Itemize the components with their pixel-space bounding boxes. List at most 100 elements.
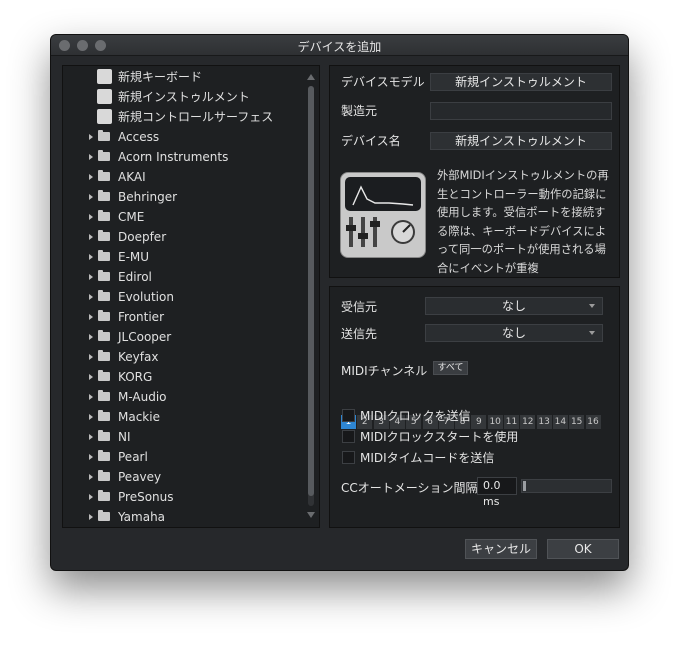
midi-channel-9-button[interactable]: 9 (471, 415, 487, 429)
tree-folder-row[interactable]: Frontier (63, 307, 305, 327)
midi-channel-12-button[interactable]: 12 (520, 415, 536, 429)
tree-template-row[interactable]: 新規インストゥルメント (63, 87, 305, 107)
tree-item-label: Mackie (118, 410, 160, 424)
scroll-down-arrow-icon[interactable] (307, 512, 315, 518)
tree-folder-row[interactable]: Doepfer (63, 227, 305, 247)
midi-channel-15-button[interactable]: 15 (569, 415, 585, 429)
tree-item-label: Behringer (118, 190, 178, 204)
device-model-field[interactable]: 新規インストゥルメント (430, 73, 612, 91)
slider-knob[interactable] (523, 481, 526, 491)
tree-folder-row[interactable]: NI (63, 427, 305, 447)
disclosure-arrow-icon[interactable] (89, 174, 93, 180)
manufacturer-field[interactable] (430, 102, 612, 120)
disclosure-arrow-icon[interactable] (89, 214, 93, 220)
tree-folder-row[interactable]: PreSonus (63, 487, 305, 507)
title-bar: デバイスを追加 (51, 35, 628, 56)
option-label[interactable]: MIDIクロックスタートを使用 (360, 428, 518, 445)
device-name-field[interactable]: 新規インストゥルメント (430, 132, 612, 150)
tree-folder-row[interactable]: Behringer (63, 187, 305, 207)
cc-automation-interval-field[interactable]: 0.0 ms (477, 477, 517, 508)
tree-folder-row[interactable]: Access (63, 127, 305, 147)
folder-icon (98, 250, 110, 261)
tree-folder-row[interactable]: CME (63, 207, 305, 227)
add-device-dialog: デバイスを追加 新規キーボード 新規インストゥルメント 新規コントロールサーフェス A… (50, 34, 629, 571)
tree-template-row[interactable]: 新規コントロールサーフェス (63, 107, 305, 127)
tree-folder-row[interactable]: M-Audio (63, 387, 305, 407)
disclosure-arrow-icon[interactable] (89, 514, 93, 520)
disclosure-arrow-icon[interactable] (89, 194, 93, 200)
folder-icon (98, 130, 110, 141)
tree-item-label: Acorn Instruments (118, 150, 229, 164)
tree-folder-row[interactable]: E-MU (63, 247, 305, 267)
tree-scrollbar[interactable] (306, 70, 316, 522)
tree-folder-row[interactable]: Evolution (63, 287, 305, 307)
tree-item-label: Keyfax (118, 350, 159, 364)
disclosure-arrow-icon[interactable] (89, 154, 93, 160)
disclosure-arrow-icon[interactable] (89, 374, 93, 380)
tree-folder-row[interactable]: KORG (63, 367, 305, 387)
option-checkbox[interactable] (342, 430, 355, 443)
tree-folder-row[interactable]: Peavey (63, 467, 305, 487)
chevron-down-icon (589, 304, 595, 308)
option-checkbox[interactable] (342, 451, 355, 464)
tree-template-row[interactable]: 新規キーボード (63, 67, 305, 87)
midi-channel-14-button[interactable]: 14 (552, 415, 568, 429)
disclosure-arrow-icon[interactable] (89, 354, 93, 360)
tree-item-label: CME (118, 210, 145, 224)
tree-folder-row[interactable]: Mackie (63, 407, 305, 427)
send-to-label: 送信先 (341, 327, 378, 341)
cc-automation-interval-slider[interactable] (521, 479, 612, 493)
folder-icon (98, 450, 110, 461)
chevron-down-icon (589, 331, 595, 335)
option-label[interactable]: MIDIタイムコードを送信 (360, 449, 494, 466)
disclosure-arrow-icon[interactable] (89, 134, 93, 140)
tree-folder-row[interactable]: Yamaha (63, 507, 305, 527)
tree-folder-row[interactable]: AKAI (63, 167, 305, 187)
scrollbar-thumb[interactable] (308, 86, 314, 496)
tree-folder-row[interactable]: Pearl (63, 447, 305, 467)
folder-icon (98, 230, 110, 241)
disclosure-arrow-icon[interactable] (89, 434, 93, 440)
option-label[interactable]: MIDIクロックを送信 (360, 407, 471, 424)
tree-item-label: JLCooper (118, 330, 172, 344)
disclosure-arrow-icon[interactable] (89, 394, 93, 400)
tree-item-label: 新規キーボード (118, 70, 203, 84)
tree-item-label: Pearl (118, 450, 148, 464)
folder-icon (98, 390, 110, 401)
tree-item-label: Yamaha (118, 510, 166, 524)
disclosure-arrow-icon[interactable] (89, 414, 93, 420)
disclosure-arrow-icon[interactable] (89, 274, 93, 280)
tree-item-label: NI (118, 430, 131, 444)
tree-folder-row[interactable]: Edirol (63, 267, 305, 287)
tree-folder-row[interactable]: Acorn Instruments (63, 147, 305, 167)
tree-item-label: KORG (118, 370, 153, 384)
disclosure-arrow-icon[interactable] (89, 494, 93, 500)
tree-item-label: Doepfer (118, 230, 167, 244)
all-channels-button[interactable]: すべて (433, 361, 468, 375)
disclosure-arrow-icon[interactable] (89, 454, 93, 460)
disclosure-arrow-icon[interactable] (89, 334, 93, 340)
folder-icon (98, 190, 110, 201)
midi-channel-13-button[interactable]: 13 (536, 415, 552, 429)
tree-folder-row[interactable]: Keyfax (63, 347, 305, 367)
midi-channel-label: MIDIチャンネル (341, 364, 428, 378)
option-checkbox[interactable] (342, 409, 355, 422)
receive-from-select[interactable]: なし (425, 297, 603, 315)
disclosure-arrow-icon[interactable] (89, 294, 93, 300)
cancel-button[interactable]: キャンセル (465, 539, 537, 559)
midi-channel-16-button[interactable]: 16 (585, 415, 601, 429)
midi-channel-11-button[interactable]: 11 (504, 415, 519, 429)
tree-folder-row[interactable]: JLCooper (63, 327, 305, 347)
scroll-up-arrow-icon[interactable] (307, 74, 315, 80)
disclosure-arrow-icon[interactable] (89, 474, 93, 480)
folder-icon (98, 510, 110, 521)
midi-channel-10-button[interactable]: 10 (487, 415, 503, 429)
tree-item-label: Evolution (118, 290, 174, 304)
ok-button[interactable]: OK (547, 539, 619, 559)
send-to-value: なし (501, 326, 526, 340)
disclosure-arrow-icon[interactable] (89, 314, 93, 320)
disclosure-arrow-icon[interactable] (89, 234, 93, 240)
send-to-select[interactable]: なし (425, 324, 603, 342)
cc-automation-interval-label: CCオートメーション間隔 (341, 481, 478, 495)
disclosure-arrow-icon[interactable] (89, 254, 93, 260)
